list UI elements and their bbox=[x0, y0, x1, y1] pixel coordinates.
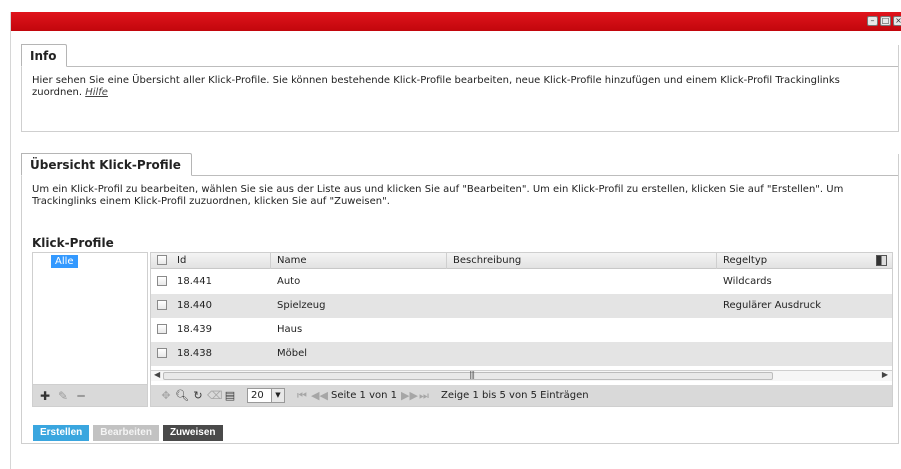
row-checkbox[interactable] bbox=[157, 348, 167, 358]
scrollbar-grip-icon: ||| bbox=[469, 370, 475, 379]
close-icon[interactable]: × bbox=[893, 16, 901, 26]
select-all-checkbox[interactable] bbox=[157, 255, 167, 265]
profile-grid: Id Name Beschreibung Regeltyp 18.441 Aut… bbox=[150, 252, 893, 407]
action-buttons: Erstellen Bearbeiten Zuweisen bbox=[33, 425, 223, 441]
assign-button[interactable]: Zuweisen bbox=[162, 425, 223, 441]
tree-item-alle[interactable]: Alle bbox=[51, 255, 78, 268]
scroll-left-icon[interactable]: ◀ bbox=[154, 370, 160, 379]
create-button[interactable]: Erstellen bbox=[33, 425, 90, 441]
last-page-icon[interactable]: ⏭ bbox=[417, 389, 431, 403]
overview-panel: Übersicht Klick-Profile Um ein Klick-Pro… bbox=[21, 153, 899, 444]
column-header-id[interactable]: Id bbox=[171, 253, 271, 269]
page-size-select[interactable]: 20 ▼ bbox=[247, 388, 285, 403]
info-panel: Info Hier sehen Sie eine Übersicht aller… bbox=[21, 44, 899, 132]
window-controls: – □ × bbox=[867, 16, 901, 26]
column-header-regeltyp[interactable]: Regeltyp bbox=[717, 253, 877, 269]
cell-name: Spielzeug bbox=[277, 300, 326, 311]
main-window: – □ × Info Hier sehen Sie eine Übersicht… bbox=[10, 12, 901, 469]
klick-profile-heading: Klick-Profile bbox=[32, 236, 114, 250]
table-row[interactable]: 18.438 Möbel bbox=[151, 342, 892, 366]
search-icon[interactable]: 🔍︎ bbox=[175, 389, 189, 402]
info-panel-header: Info bbox=[21, 44, 898, 67]
table-row[interactable]: 18.440 Spielzeug Regulärer Ausdruck bbox=[151, 294, 892, 318]
tab-info[interactable]: Info bbox=[21, 44, 68, 67]
cell-regeltyp: Regulärer Ausdruck bbox=[723, 300, 822, 311]
minimize-icon[interactable]: – bbox=[867, 16, 878, 26]
cell-name: Haus bbox=[277, 324, 303, 335]
cell-id: 18.441 bbox=[177, 276, 212, 287]
edit-button[interactable]: Bearbeiten bbox=[93, 425, 159, 441]
tab-overview[interactable]: Übersicht Klick-Profile bbox=[21, 153, 192, 176]
edit-pencil-icon[interactable]: ✎ bbox=[57, 390, 69, 402]
cell-id: 18.439 bbox=[177, 324, 212, 335]
help-link[interactable]: Hilfe bbox=[85, 87, 108, 98]
prev-page-icon[interactable]: ◀◀ bbox=[311, 389, 328, 402]
profile-tree: Alle bbox=[32, 252, 148, 385]
row-checkbox[interactable] bbox=[157, 276, 167, 286]
grid-header: Id Name Beschreibung Regeltyp bbox=[151, 253, 892, 269]
column-header-name[interactable]: Name bbox=[271, 253, 447, 269]
refresh-icon[interactable]: ↻ bbox=[191, 389, 205, 402]
overview-text: Um ein Klick-Profil zu bearbeiten, wähle… bbox=[32, 184, 844, 207]
maximize-icon[interactable]: □ bbox=[880, 16, 891, 26]
cell-id: 18.438 bbox=[177, 348, 212, 359]
table-row[interactable]: 18.439 Haus bbox=[151, 318, 892, 342]
row-checkbox[interactable] bbox=[157, 324, 167, 334]
cell-regeltyp: Wildcards bbox=[723, 276, 772, 287]
first-page-icon[interactable]: ⏮ bbox=[295, 389, 309, 403]
grid-pager: ✥ 🔍︎ ↻ ⌫ ▤ 20 ▼ ⏮ ◀◀ Seite 1 von 1 ▶▶ ⏭ … bbox=[151, 385, 892, 406]
cell-id: 18.440 bbox=[177, 300, 212, 311]
column-header-beschreibung[interactable]: Beschreibung bbox=[447, 253, 717, 269]
scrollbar-thumb[interactable]: ||| bbox=[163, 370, 773, 380]
info-text-block: Hier sehen Sie eine Übersicht aller Klic… bbox=[22, 67, 898, 99]
remove-icon[interactable]: ━ bbox=[75, 390, 87, 402]
table-row[interactable]: 18.441 Auto Wildcards bbox=[151, 270, 892, 294]
overview-panel-header: Übersicht Klick-Profile bbox=[21, 153, 898, 176]
add-icon[interactable]: ✚ bbox=[39, 390, 51, 402]
tree-toolbar: ✚ ✎ ━ bbox=[32, 385, 148, 407]
cell-name: Möbel bbox=[277, 348, 308, 359]
scroll-right-icon[interactable]: ▶ bbox=[882, 370, 888, 379]
info-text: Hier sehen Sie eine Übersicht aller Klic… bbox=[32, 75, 840, 98]
save-icon[interactable]: ▤ bbox=[223, 389, 237, 402]
next-page-icon[interactable]: ▶▶ bbox=[401, 389, 418, 402]
horizontal-scrollbar[interactable]: ◀ ||| ▶ bbox=[151, 370, 892, 381]
records-info: Zeige 1 bis 5 von 5 Einträgen bbox=[441, 390, 589, 401]
page-info: Seite 1 von 1 bbox=[331, 390, 397, 401]
column-chooser-icon[interactable] bbox=[876, 255, 887, 266]
chevron-down-icon[interactable]: ▼ bbox=[271, 389, 284, 402]
eraser-icon[interactable]: ⌫ bbox=[207, 389, 223, 402]
window-titlebar: – □ × bbox=[11, 12, 901, 31]
page-size-value: 20 bbox=[251, 390, 264, 401]
row-checkbox[interactable] bbox=[157, 300, 167, 310]
move-icon[interactable]: ✥ bbox=[159, 389, 173, 402]
cell-name: Auto bbox=[277, 276, 301, 287]
